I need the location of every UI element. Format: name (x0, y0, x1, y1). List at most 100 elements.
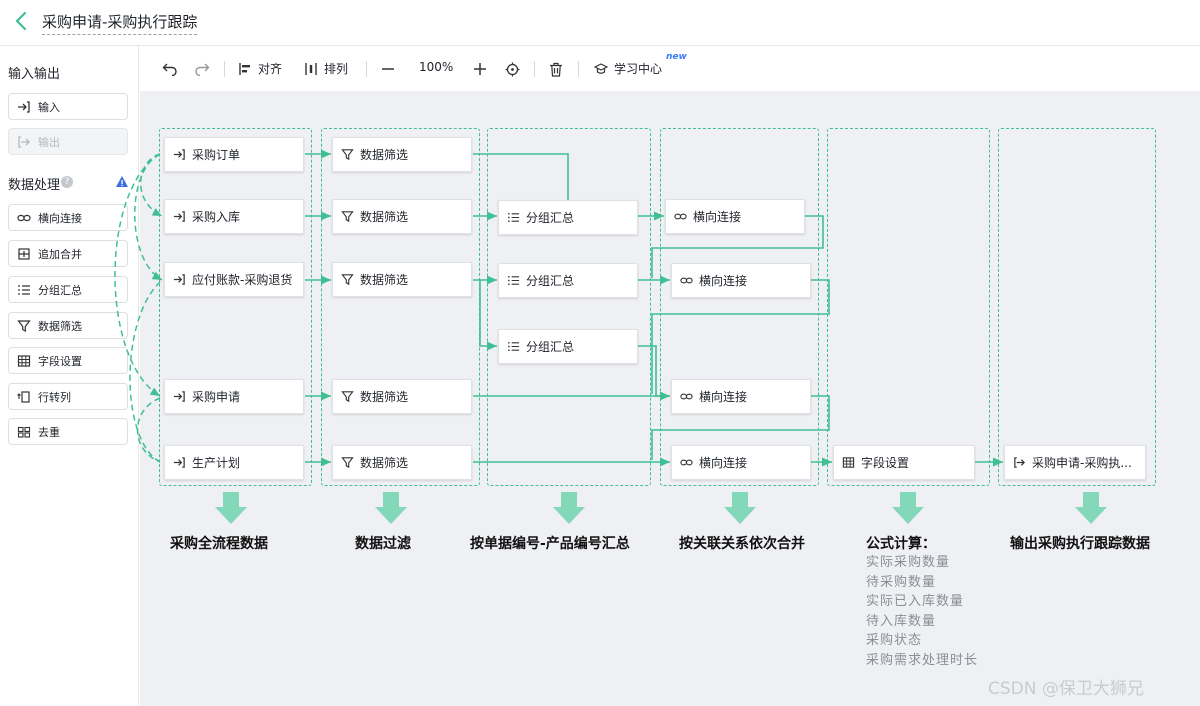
node-label: 分组汇总 (526, 211, 575, 225)
io-section-title: 输入输出 (8, 67, 61, 82)
zoom-out-icon[interactable] (381, 63, 395, 75)
input-icon (173, 274, 185, 285)
node-join-2[interactable]: 横向连接 (671, 263, 811, 298)
formula-item: 实际采购数量 (866, 555, 951, 570)
node-label: 横向连接 (699, 456, 748, 470)
align-button[interactable]: 对齐 (238, 60, 282, 77)
toolbar-divider (366, 61, 367, 77)
page-title[interactable]: 采购申请-采购执行跟踪 (42, 11, 198, 35)
node-label: 横向连接 (693, 210, 742, 224)
filter-icon (341, 211, 354, 223)
node-filter-3[interactable]: 数据筛选 (332, 262, 472, 297)
node-label: 数据筛选 (360, 148, 409, 162)
caption-input-stage: 采购全流程数据 (170, 536, 268, 552)
node-label: 采购订单 (192, 148, 241, 162)
node-label: 横向连接 (699, 390, 748, 404)
graduation-cap-icon (594, 62, 608, 74)
group-filter-stage (321, 128, 480, 486)
toolbar-divider (534, 61, 535, 77)
learning-center-button[interactable]: 学习中心 (594, 60, 662, 77)
caption-formula-stage: 公式计算： (866, 536, 936, 552)
watermark: CSDN @保卫大狮兄 (988, 679, 1144, 699)
filter-component-button[interactable]: 数据筛选 (8, 312, 128, 339)
node-label: 数据筛选 (360, 456, 409, 470)
node-input-purchase-request[interactable]: 采购申请 (164, 379, 304, 414)
link-icon (17, 214, 31, 221)
redo-icon[interactable] (194, 62, 210, 76)
locate-center-icon[interactable] (505, 62, 520, 77)
dedupe-icon (17, 426, 31, 438)
field-setting-component-button[interactable]: 字段设置 (8, 347, 128, 374)
node-join-1[interactable]: 横向连接 (665, 199, 805, 234)
join-label: 横向连接 (38, 211, 82, 225)
filter-icon (341, 391, 354, 403)
formula-list: 实际采购数量 待采购数量 实际已入库数量 待入库数量 采购状态 采购需求处理时长 (866, 553, 978, 670)
dedupe-component-button[interactable]: 去重 (8, 418, 128, 445)
node-label: 分组汇总 (526, 340, 575, 354)
node-input-production-plan[interactable]: 生产计划 (164, 445, 304, 480)
list-icon (508, 341, 520, 352)
new-badge: new (666, 52, 687, 62)
node-group-summary-2[interactable]: 分组汇总 (498, 263, 638, 298)
zoom-in-icon[interactable] (473, 62, 487, 76)
group-output-stage (998, 128, 1156, 486)
node-input-payable-return[interactable]: 应付账款-采购退货 (164, 262, 304, 297)
table-icon (17, 354, 31, 367)
formula-item: 实际已入库数量 (866, 594, 965, 609)
node-label: 生产计划 (192, 456, 241, 470)
input-component-button[interactable]: 输入 (8, 93, 128, 120)
group-join-stage (660, 128, 819, 486)
group-label: 分组汇总 (38, 283, 82, 297)
caption-filter-stage: 数据过滤 (355, 536, 411, 552)
learning-center-label: 学习中心 (614, 62, 663, 76)
arrange-label: 排列 (324, 62, 349, 76)
filter-icon (341, 149, 354, 161)
node-group-summary-1[interactable]: 分组汇总 (498, 200, 638, 235)
filter-icon (17, 319, 31, 332)
filter-label: 数据筛选 (38, 319, 82, 333)
node-input-purchase-order[interactable]: 采购订单 (164, 137, 304, 172)
append-component-button[interactable]: 追加合并 (8, 240, 128, 267)
field-setting-label: 字段设置 (38, 354, 82, 368)
help-icon[interactable]: ? (61, 176, 73, 188)
toolbar-divider (578, 61, 579, 77)
zoom-level: 100% (419, 60, 454, 74)
link-icon (674, 213, 687, 220)
caption-join-stage: 按关联关系依次合并 (679, 536, 805, 552)
title-bar: 采购申请-采购执行跟踪 (0, 0, 1200, 46)
processing-section-title: 数据处理 (8, 178, 61, 193)
node-group-summary-3[interactable]: 分组汇总 (498, 329, 638, 364)
input-icon (18, 100, 30, 113)
node-filter-2[interactable]: 数据筛选 (332, 199, 472, 234)
node-label: 字段设置 (861, 456, 910, 470)
back-arrow-icon[interactable] (12, 10, 32, 32)
node-field-setting[interactable]: 字段设置 (833, 445, 975, 480)
node-join-3[interactable]: 横向连接 (671, 379, 811, 414)
filter-icon (341, 274, 354, 286)
node-filter-1[interactable]: 数据筛选 (332, 137, 472, 172)
node-input-purchase-receipt[interactable]: 采购入库 (164, 199, 304, 234)
row-to-column-component-button[interactable]: 行转列 (8, 383, 128, 410)
node-output[interactable]: 采购申请-采购执... (1004, 445, 1146, 480)
component-sidebar: 输入输出 输入 输出 数据处理 ? 横向连接 追加合并 分组汇总 数据筛选 字段… (0, 46, 139, 706)
align-label: 对齐 (258, 62, 283, 76)
node-label: 数据筛选 (360, 390, 409, 404)
group-component-button[interactable]: 分组汇总 (8, 276, 128, 303)
formula-item: 采购状态 (866, 633, 923, 648)
input-icon (173, 457, 185, 468)
join-component-button[interactable]: 横向连接 (8, 204, 128, 231)
append-label: 追加合并 (38, 247, 82, 261)
toolbar-divider (224, 61, 225, 77)
node-filter-5[interactable]: 数据筛选 (332, 445, 472, 480)
trash-icon[interactable] (549, 62, 563, 77)
undo-icon[interactable] (162, 62, 178, 76)
input-icon (173, 211, 185, 222)
link-icon (680, 393, 693, 400)
group-formula-stage (827, 128, 990, 486)
node-join-4[interactable]: 横向连接 (671, 445, 811, 480)
arrange-button[interactable]: 排列 (304, 60, 348, 77)
list-icon (18, 284, 30, 295)
node-filter-4[interactable]: 数据筛选 (332, 379, 472, 414)
node-label: 数据筛选 (360, 210, 409, 224)
warning-icon[interactable] (115, 175, 129, 189)
